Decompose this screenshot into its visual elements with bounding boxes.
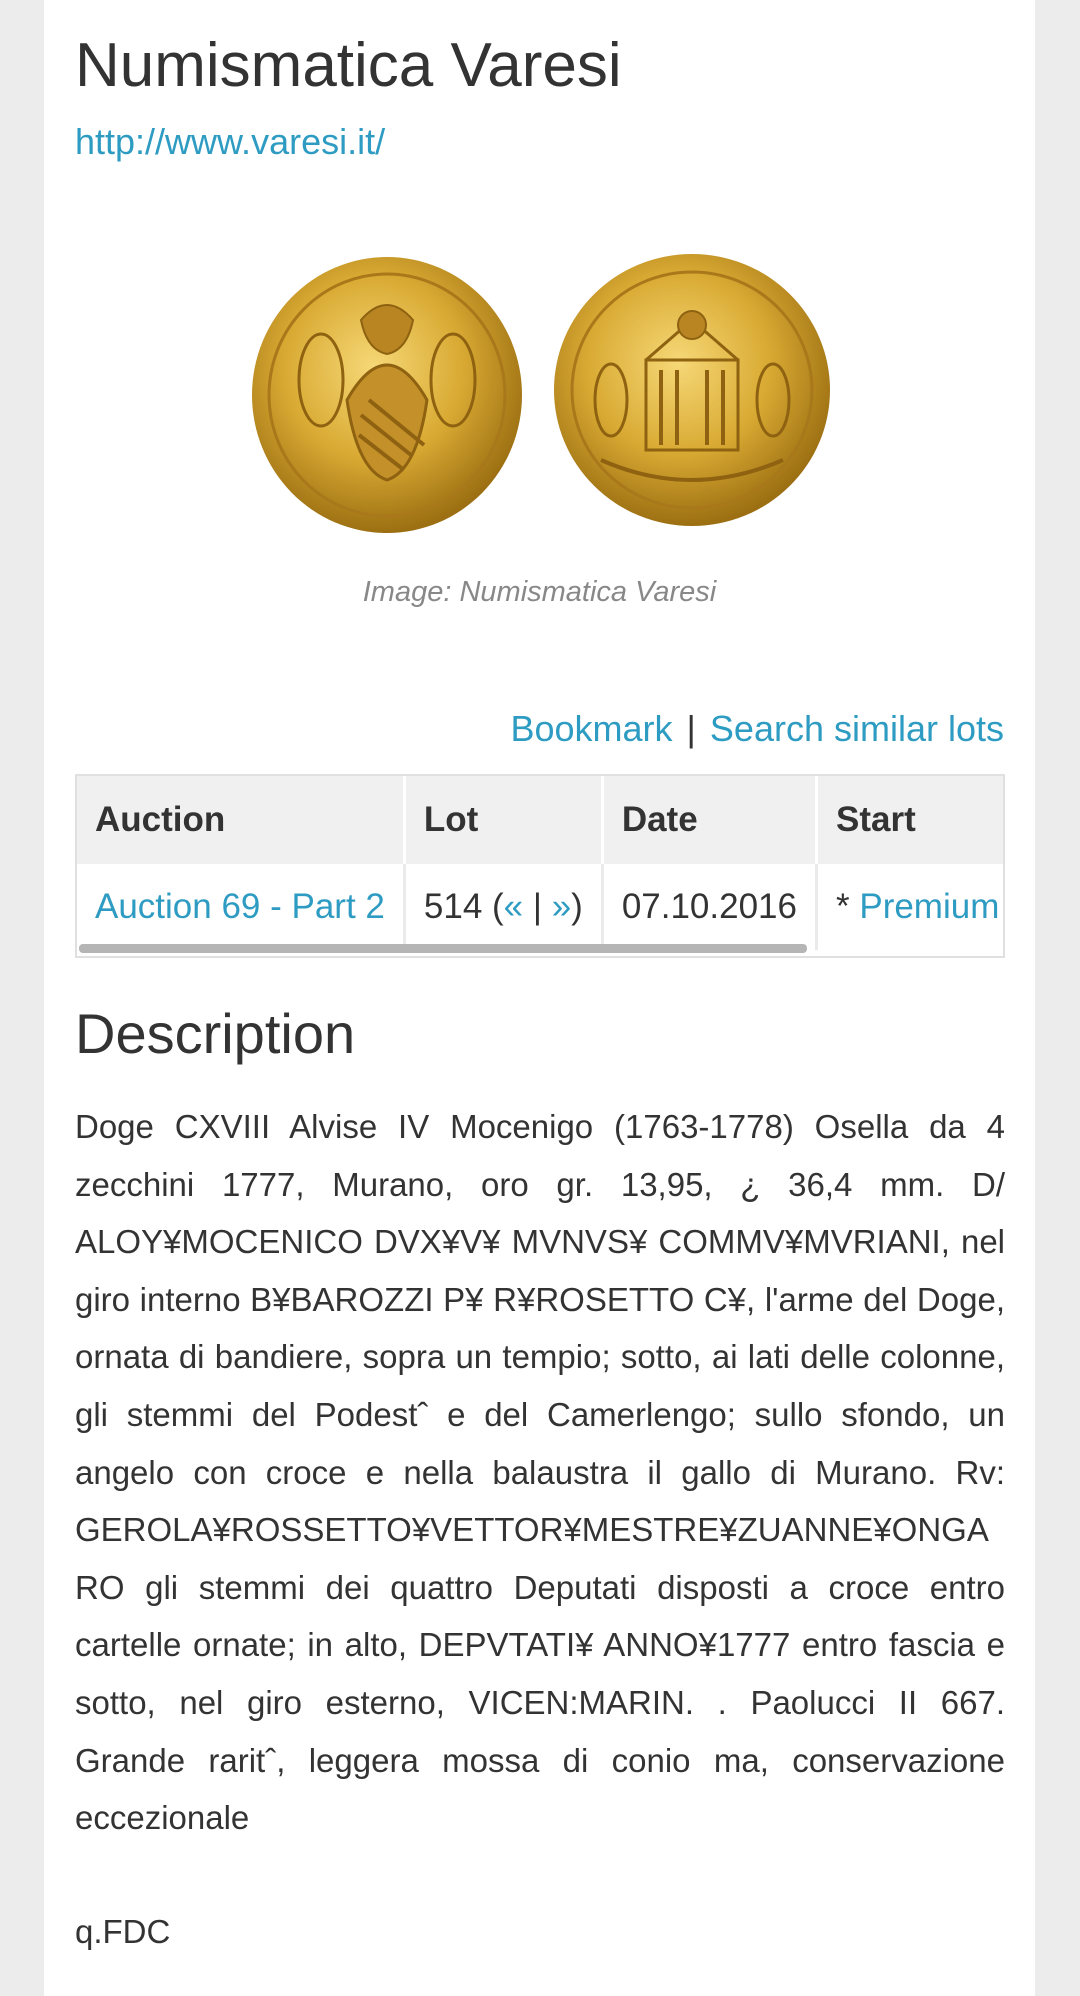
page-container: Numismatica Varesi http://www.varesi.it/ [44,0,1035,1996]
previous-lot-link[interactable]: « [504,887,523,926]
auction-link[interactable]: Auction 69 - Part 2 [95,887,385,926]
horizontal-scrollbar[interactable] [79,944,807,953]
auction-table-container[interactable]: Auction Lot Date Start Auction 69 - Part… [75,774,1005,958]
column-header-start: Start [816,776,1003,864]
table-row: Auction 69 - Part 2 514 (« | ») 07.10.20… [77,864,1003,950]
next-lot-link[interactable]: » [552,887,571,926]
website-link[interactable]: http://www.varesi.it/ [75,118,1005,166]
auction-table: Auction Lot Date Start Auction 69 - Part… [77,776,1003,950]
actions-separator: | [686,708,696,749]
coin-image[interactable] [251,250,831,540]
lot-number: 514 ( [423,887,504,926]
coin-reverse-icon [554,254,830,526]
table-header-row: Auction Lot Date Start [77,776,1003,864]
start-cell: * Premium [816,864,1003,950]
premium-link[interactable]: Premium [859,887,999,926]
page-title: Numismatica Varesi [75,31,622,100]
coin-obverse-icon [252,257,522,533]
bookmark-link[interactable]: Bookmark [510,708,672,749]
search-similar-lots-link[interactable]: Search similar lots [710,708,1004,749]
lot-nav-separator: | [523,887,552,926]
lot-close-paren: ) [571,887,583,926]
description-text: Doge CXVIII Alvise IV Mocenigo (1763-177… [75,1108,1005,1837]
column-header-auction: Auction [77,776,406,864]
lot-cell: 514 (« | ») [404,864,604,950]
start-prefix: * [835,887,860,926]
lot-actions: Bookmark | Search similar lots [510,705,1004,753]
column-header-lot: Lot [404,776,604,864]
column-header-date: Date [602,776,818,864]
image-caption: Image: Numismatica Varesi [362,576,717,608]
grade-text: q.FDC [75,1913,171,1950]
auction-cell: Auction 69 - Part 2 [77,864,406,950]
description-heading: Description [75,1002,356,1065]
date-cell: 07.10.2016 [602,864,818,950]
